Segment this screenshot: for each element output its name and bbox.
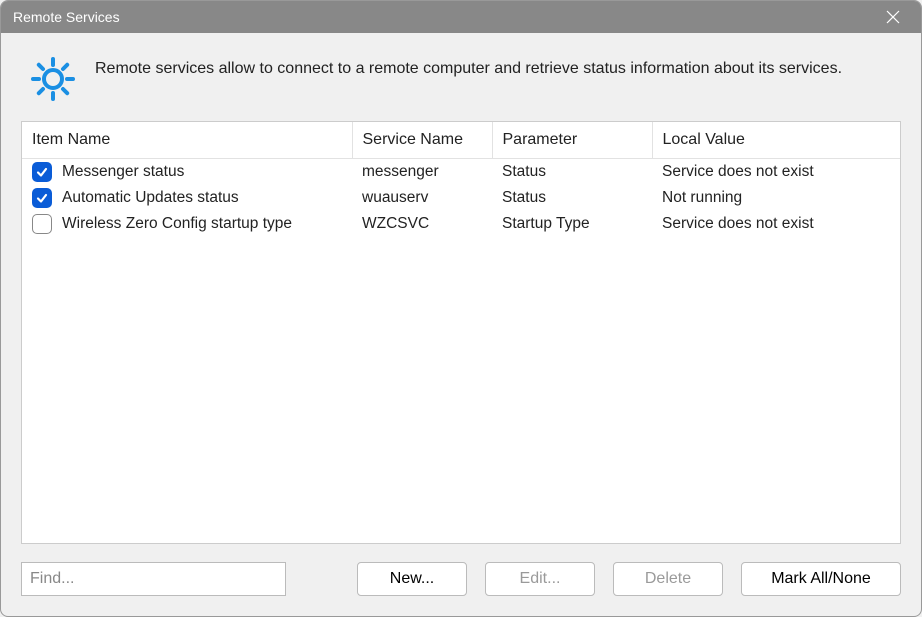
parameter-cell: Status <box>492 159 652 186</box>
check-icon <box>36 192 48 204</box>
service-name-cell: messenger <box>352 159 492 186</box>
services-table-container: Item Name Service Name Parameter Local V… <box>21 121 901 544</box>
delete-button[interactable]: Delete <box>613 562 723 596</box>
close-button[interactable] <box>877 1 909 33</box>
footer: New... Edit... Delete Mark All/None <box>1 544 921 616</box>
find-input[interactable] <box>21 562 286 596</box>
item-name-cell: Messenger status <box>62 163 184 181</box>
close-icon <box>886 10 900 24</box>
column-header-item-name[interactable]: Item Name <box>22 122 352 159</box>
table-row[interactable]: Automatic Updates status wuauservStatusNo… <box>22 185 900 211</box>
column-header-parameter[interactable]: Parameter <box>492 122 652 159</box>
table-row[interactable]: Messenger status messengerStatusService d… <box>22 159 900 186</box>
table-row[interactable]: Wireless Zero Config startup typeWZCSVCS… <box>22 211 900 237</box>
row-checkbox[interactable] <box>32 162 52 182</box>
header-description: Remote services allow to connect to a re… <box>95 55 842 81</box>
local-value-cell: Service does not exist <box>652 159 900 186</box>
parameter-cell: Startup Type <box>492 211 652 237</box>
item-name-cell: Automatic Updates status <box>62 189 239 207</box>
service-name-cell: wuauserv <box>352 185 492 211</box>
service-name-cell: WZCSVC <box>352 211 492 237</box>
remote-services-window: Remote Services Remote services allow to… <box>0 0 922 617</box>
header: Remote services allow to connect to a re… <box>1 33 921 121</box>
new-button[interactable]: New... <box>357 562 467 596</box>
local-value-cell: Not running <box>652 185 900 211</box>
check-icon <box>36 166 48 178</box>
column-header-service-name[interactable]: Service Name <box>352 122 492 159</box>
mark-all-none-button[interactable]: Mark All/None <box>741 562 901 596</box>
parameter-cell: Status <box>492 185 652 211</box>
local-value-cell: Service does not exist <box>652 211 900 237</box>
column-header-local-value[interactable]: Local Value <box>652 122 900 159</box>
edit-button[interactable]: Edit... <box>485 562 595 596</box>
window-title: Remote Services <box>13 9 120 25</box>
services-table: Item Name Service Name Parameter Local V… <box>22 122 900 237</box>
gear-icon <box>29 55 77 103</box>
item-name-cell: Wireless Zero Config startup type <box>62 215 292 233</box>
row-checkbox[interactable] <box>32 214 52 234</box>
titlebar: Remote Services <box>1 1 921 33</box>
row-checkbox[interactable] <box>32 188 52 208</box>
